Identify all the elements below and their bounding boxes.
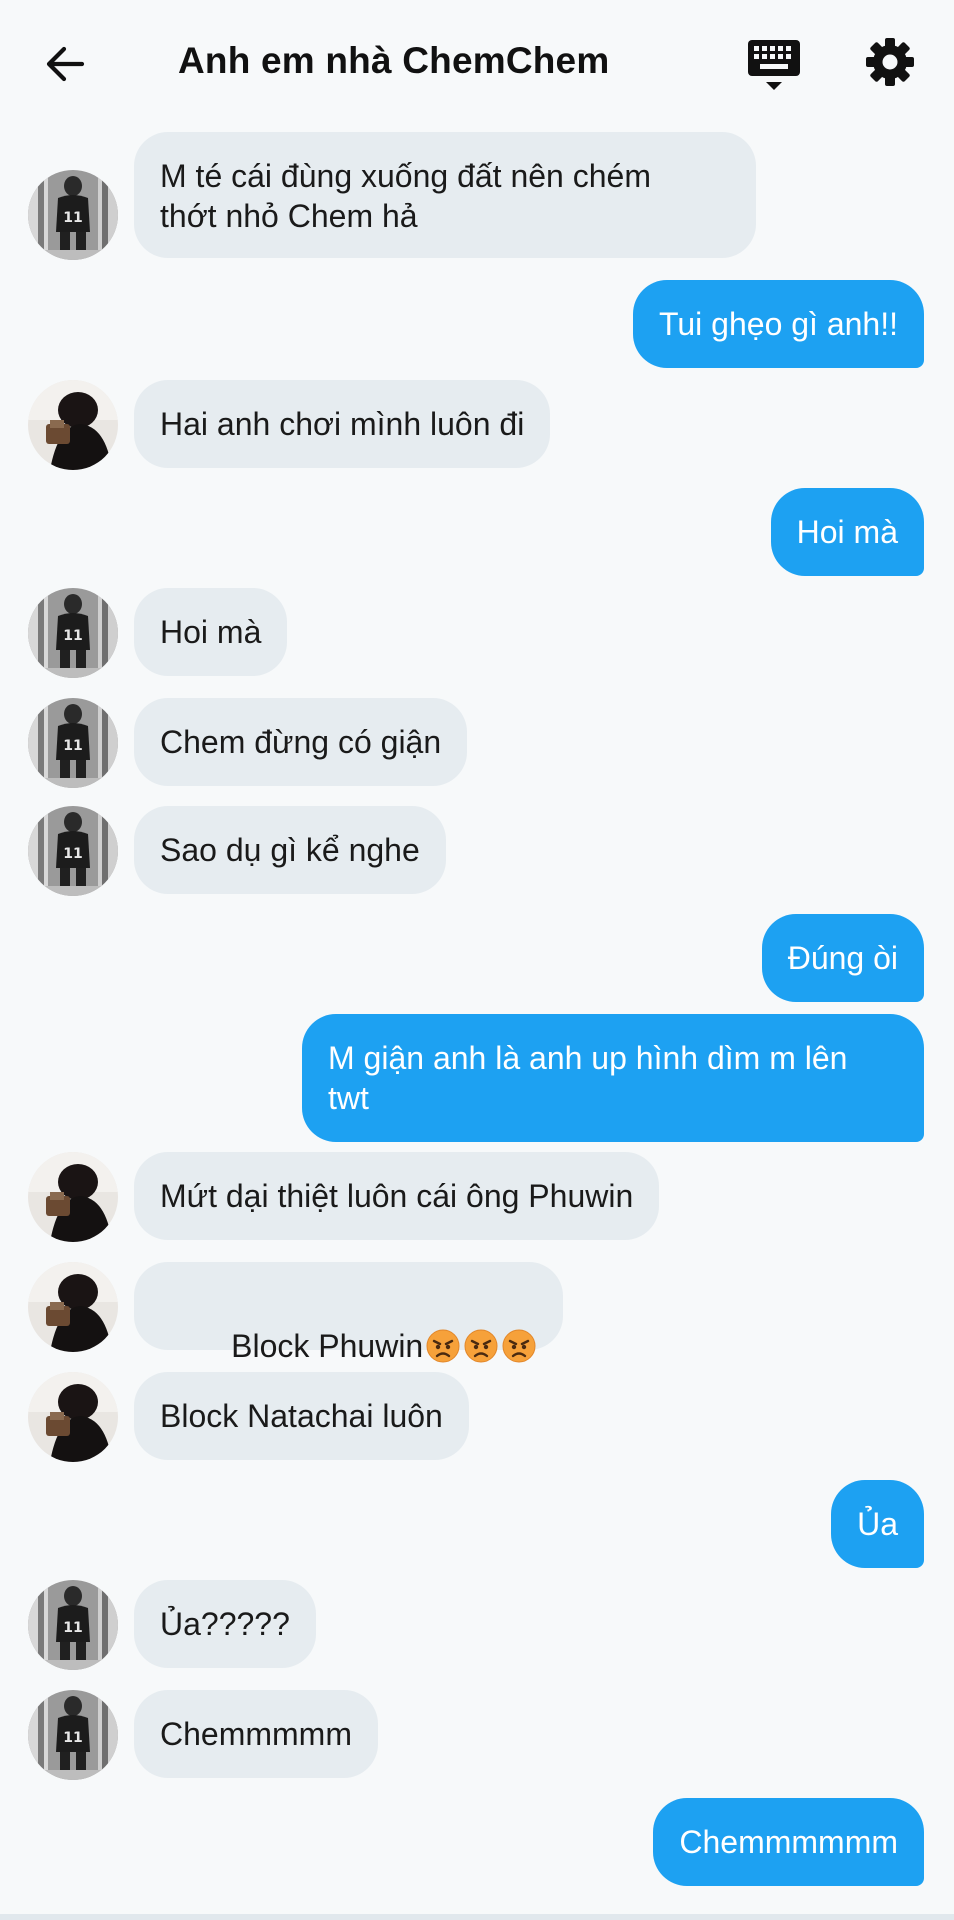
message-bubble-incoming[interactable]: Mứt dại thiệt luôn cái ông Phuwin xyxy=(134,1152,660,1240)
avatar[interactable] xyxy=(28,380,118,470)
keyboard-icon xyxy=(748,40,800,90)
svg-text:11: 11 xyxy=(63,210,82,226)
keyboard-shortcuts-button[interactable] xyxy=(744,34,806,94)
svg-text:11: 11 xyxy=(63,1730,82,1746)
avatar[interactable]: 11 xyxy=(28,1690,118,1780)
bottom-divider xyxy=(0,1914,954,1920)
message-text: Block Phuwin xyxy=(231,1328,424,1364)
message-bubble-outgoing[interactable]: M giận anh là anh up hình dìm m lên twt xyxy=(302,1014,924,1142)
message-bubble-incoming[interactable]: Chemmmmm xyxy=(134,1690,378,1778)
message-bubble-outgoing[interactable]: Chemmmmmm xyxy=(653,1798,924,1886)
back-button[interactable] xyxy=(40,38,92,90)
avatar[interactable]: 11 xyxy=(28,588,118,678)
message-bubble-incoming[interactable]: Block Natachai luôn xyxy=(134,1372,469,1460)
svg-text:11: 11 xyxy=(63,1620,82,1636)
message-bubble-outgoing[interactable]: Đúng òi xyxy=(761,914,924,1002)
chat-screen: 11 M té cái đùng xuống đất nên chém thớt… xyxy=(0,0,954,1920)
message-list[interactable]: 11 M té cái đùng xuống đất nên chém thớt… xyxy=(0,0,954,1920)
avatar[interactable]: 11 xyxy=(28,1580,118,1670)
settings-button[interactable] xyxy=(862,34,918,90)
message-bubble-incoming[interactable]: Chem đừng có giận xyxy=(134,698,468,786)
avatar[interactable]: 11 xyxy=(28,806,118,896)
message-bubble-incoming[interactable]: M té cái đùng xuống đất nên chém thớt nh… xyxy=(134,132,756,258)
gear-icon xyxy=(866,38,914,86)
avatar[interactable] xyxy=(28,1372,118,1462)
conversation-title: Anh em nhà ChemChem xyxy=(178,40,610,81)
angry-face-icon xyxy=(425,1328,461,1364)
avatar[interactable] xyxy=(28,1262,118,1352)
svg-text:11: 11 xyxy=(63,738,82,754)
message-bubble-incoming[interactable]: Hoi mà xyxy=(134,588,288,676)
message-bubble-outgoing[interactable]: Ủa xyxy=(831,1480,924,1568)
avatar[interactable] xyxy=(28,1152,118,1242)
avatar[interactable]: 11 xyxy=(28,170,118,260)
message-bubble-incoming[interactable]: Ủa????? xyxy=(134,1580,316,1668)
angry-face-icon xyxy=(501,1328,537,1364)
angry-face-icon xyxy=(463,1328,499,1364)
message-bubble-incoming[interactable]: Sao dụ gì kể nghe xyxy=(134,806,446,894)
arrow-left-icon xyxy=(46,46,85,82)
avatar[interactable]: 11 xyxy=(28,698,118,788)
message-bubble-incoming[interactable]: Hai anh chơi mình luôn đi xyxy=(134,380,551,468)
svg-text:11: 11 xyxy=(63,628,82,644)
message-bubble-outgoing[interactable]: Tui ghẹo gì anh!! xyxy=(633,280,924,368)
conversation-header: Anh em nhà ChemChem xyxy=(0,0,954,126)
message-bubble-incoming[interactable]: Block Phuwin xyxy=(134,1262,564,1364)
svg-text:11: 11 xyxy=(63,846,82,862)
message-bubble-outgoing[interactable]: Hoi mà xyxy=(770,488,924,576)
